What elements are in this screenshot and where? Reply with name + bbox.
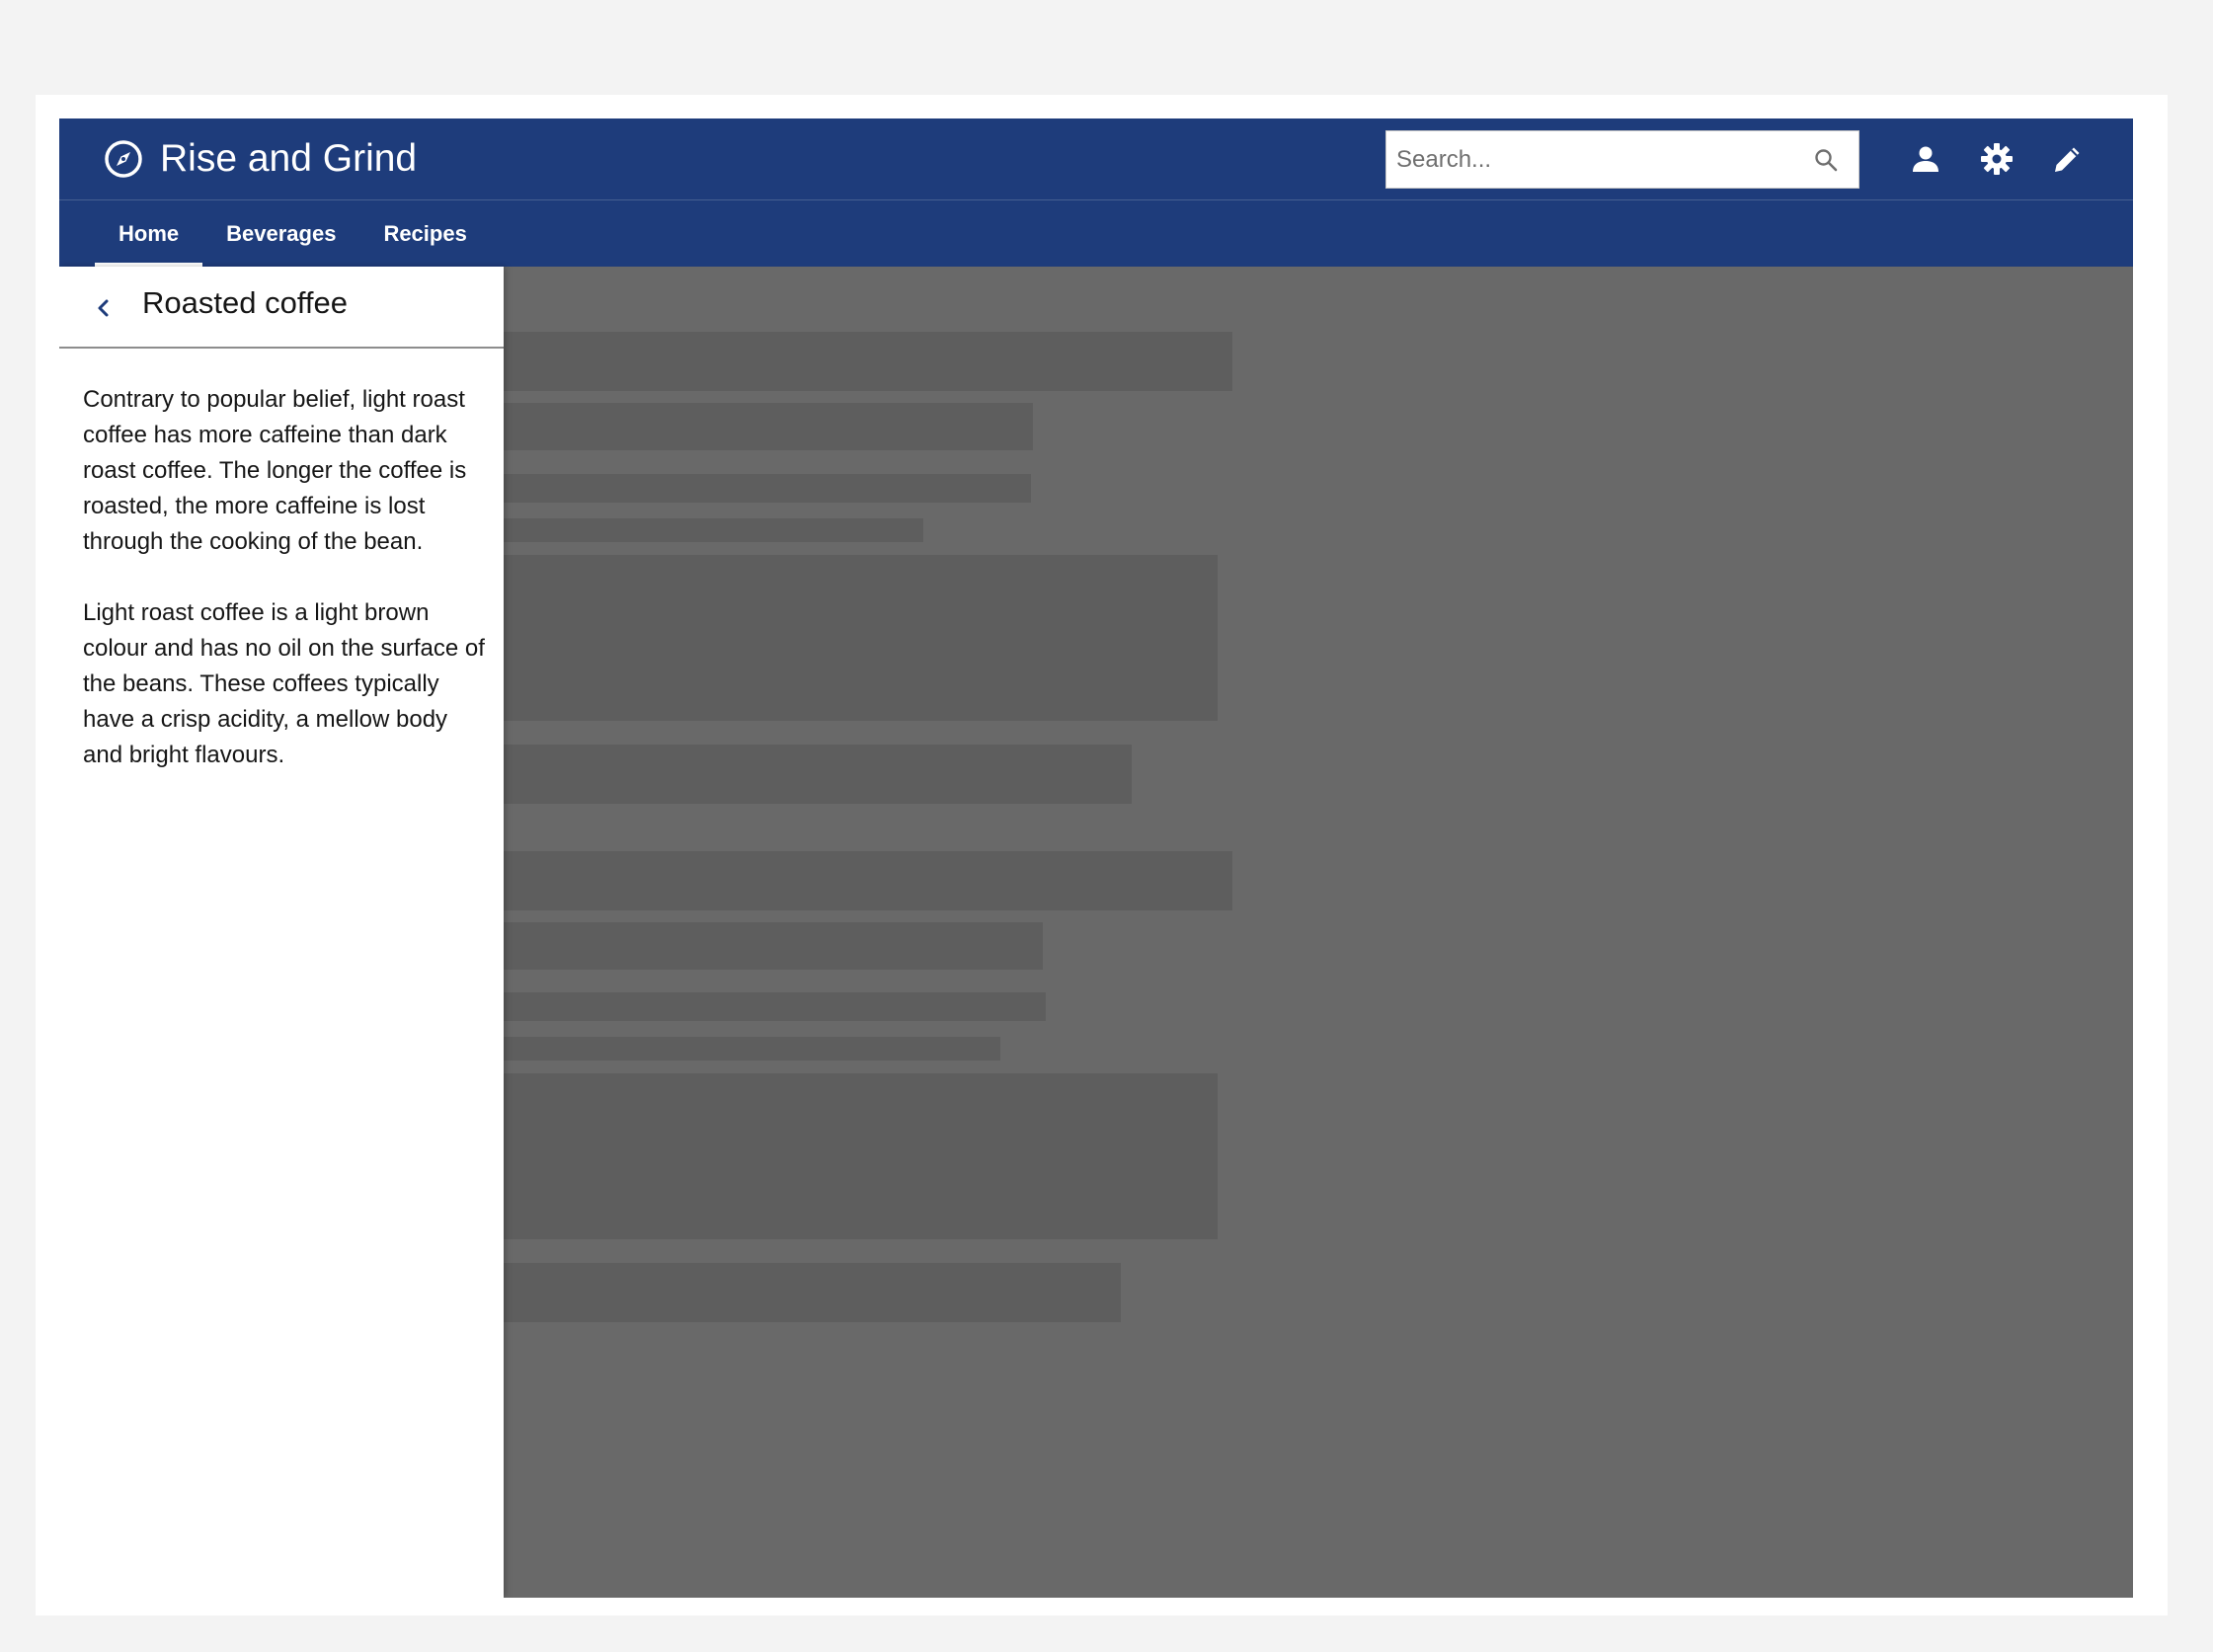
panel-body: Contrary to popular belief, light roast … <box>83 382 490 809</box>
top-bar: Rise and Grind <box>59 118 2133 200</box>
panel-header: Roasted coffee <box>59 267 504 349</box>
app-header: Rise and Grind Search... Home Beverages … <box>59 118 2133 267</box>
tab-home[interactable]: Home <box>95 201 203 267</box>
compass-icon <box>105 140 142 178</box>
edit-button[interactable] <box>2047 138 2089 180</box>
search-input[interactable] <box>1386 131 1801 188</box>
panel-title: Roasted coffee <box>142 285 348 320</box>
search-icon[interactable] <box>1813 147 1839 173</box>
tab-recipes[interactable]: Recipes <box>359 201 490 267</box>
main-nav: Home Beverages Recipes <box>95 201 491 267</box>
settings-button[interactable] <box>1976 138 2017 180</box>
app-title[interactable]: Rise and Grind <box>160 134 417 184</box>
panel-paragraph: Contrary to popular belief, light roast … <box>83 386 467 555</box>
app-window: Rise and Grind Search... Home Beverages … <box>59 118 2133 1598</box>
side-panel: Roasted coffee Contrary to popular belie… <box>59 267 504 1598</box>
user-icon <box>1913 146 1938 172</box>
user-button[interactable] <box>1905 138 1946 180</box>
tab-beverages[interactable]: Beverages <box>202 201 359 267</box>
search-box[interactable] <box>1385 130 1859 189</box>
chevron-left-icon <box>98 299 109 317</box>
gear-icon <box>1981 143 2013 175</box>
pencil-icon <box>2055 147 2080 172</box>
panel-paragraph: Light roast coffee is a light brown colo… <box>83 599 485 768</box>
back-button[interactable] <box>85 290 120 326</box>
